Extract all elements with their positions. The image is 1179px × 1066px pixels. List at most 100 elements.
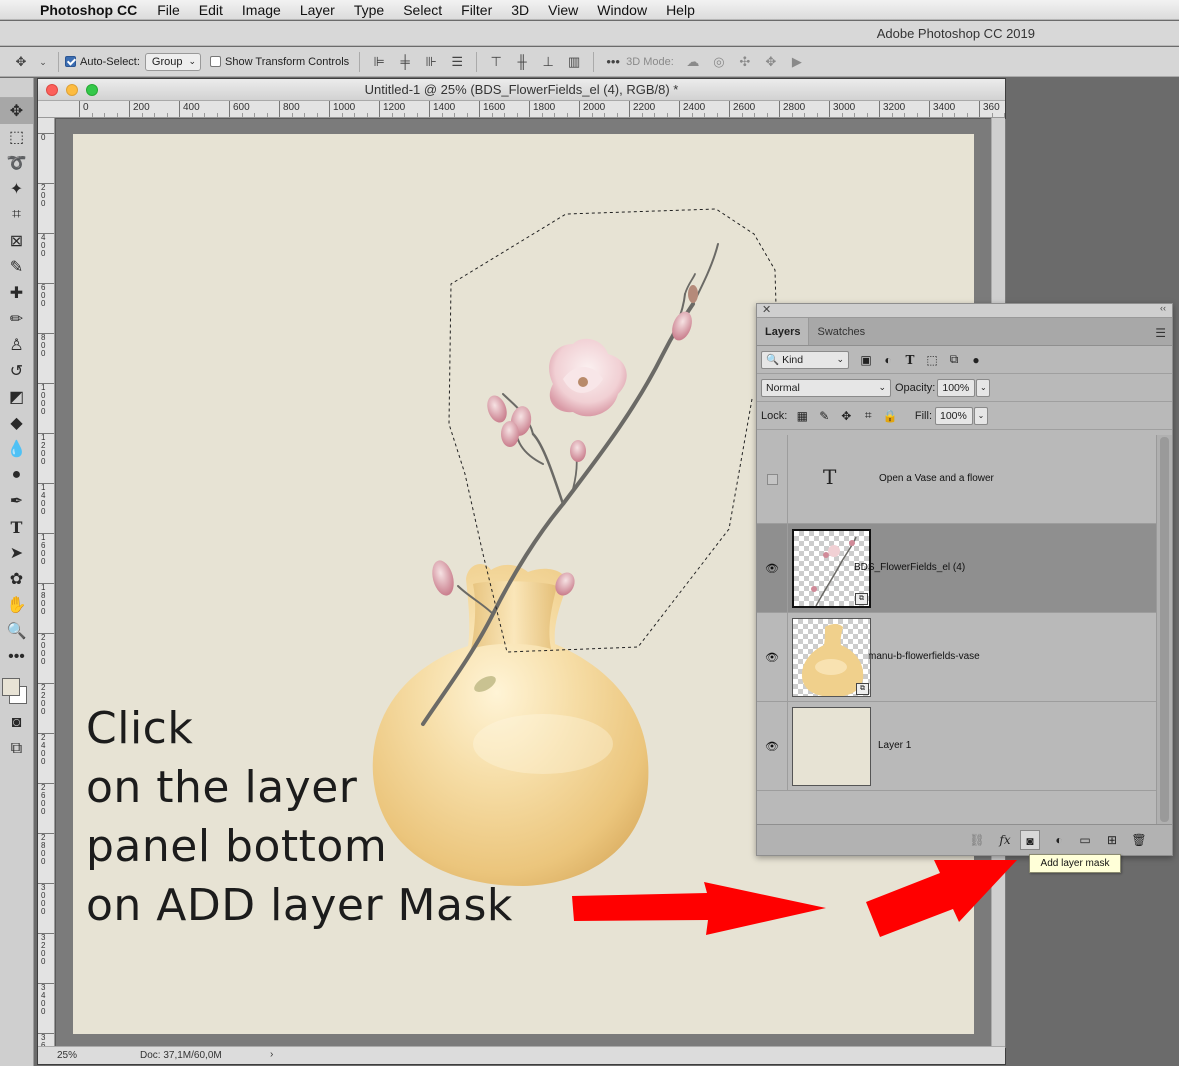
show-transform-checkbox[interactable] xyxy=(210,56,222,67)
horizontal-ruler[interactable]: 0 200 400 600 800 1000 1200 1400 1600 1800 2000 220… xyxy=(38,101,1005,118)
align-vertical-center-icon[interactable]: ╫ xyxy=(513,53,531,71)
more-options-icon[interactable]: ••• xyxy=(604,53,622,71)
layer-name[interactable]: manu-b-flowerfields-vase xyxy=(868,651,980,662)
lasso-tool-icon[interactable]: ➰ xyxy=(0,150,33,176)
magic-wand-tool-icon[interactable]: ✦ xyxy=(0,176,33,202)
minimize-window-button[interactable] xyxy=(66,84,78,96)
tab-swatches[interactable]: Swatches xyxy=(809,318,873,345)
dodge-tool-icon[interactable]: ● xyxy=(0,462,33,488)
layer-name[interactable]: BDS_FlowerFields_el (4) xyxy=(854,562,965,573)
menu-edit[interactable]: Edit xyxy=(199,2,223,18)
filter-adjustment-icon[interactable]: ◐ xyxy=(877,353,899,367)
menu-layer[interactable]: Layer xyxy=(300,2,335,18)
roll-3d-icon[interactable]: ◎ xyxy=(710,53,728,71)
app-menu[interactable]: Photoshop CC xyxy=(40,2,137,18)
crop-tool-icon[interactable]: ⌗ xyxy=(0,202,33,228)
quick-mask-icon[interactable]: ◙ xyxy=(0,710,33,736)
lock-transparent-pixels-icon[interactable]: ▦ xyxy=(791,409,813,423)
move-tool-icon[interactable]: ✥ xyxy=(0,98,33,124)
hand-tool-icon[interactable]: ✋ xyxy=(0,592,33,618)
layer-row-flower[interactable]: 👁 ⧉ BDS_FlowerFields_el (4) xyxy=(757,524,1157,613)
blur-tool-icon[interactable]: 💧 xyxy=(0,436,33,462)
document-title-bar[interactable]: Untitled-1 @ 25% (BDS_FlowerFields_el (4… xyxy=(38,79,1005,101)
shape-tool-icon[interactable]: ✿ xyxy=(0,566,33,592)
menu-file[interactable]: File xyxy=(157,2,180,18)
panel-menu-icon[interactable]: ☰ xyxy=(1155,326,1166,340)
align-bottom-icon[interactable]: ⊥ xyxy=(539,53,557,71)
menu-view[interactable]: View xyxy=(548,2,578,18)
pan-3d-icon[interactable]: ✣ xyxy=(736,53,754,71)
align-horizontal-center-icon[interactable]: ╪ xyxy=(396,53,414,71)
layer-thumbnail[interactable] xyxy=(792,707,871,786)
foreground-color-swatch[interactable] xyxy=(2,678,20,696)
align-right-icon[interactable]: ⊪ xyxy=(422,53,440,71)
filter-type-icon[interactable]: T xyxy=(899,353,921,367)
layer-row-text[interactable]: T Open a Vase and a flower xyxy=(757,435,1157,524)
lock-position-icon[interactable]: ✥ xyxy=(835,409,857,423)
paint-bucket-tool-icon[interactable]: ◆ xyxy=(0,410,33,436)
new-layer-icon[interactable]: ⊞ xyxy=(1102,830,1122,850)
scrollbar-thumb[interactable] xyxy=(1160,437,1169,822)
fill-input[interactable]: 100% xyxy=(935,406,973,425)
brush-tool-icon[interactable]: ✏ xyxy=(0,306,33,332)
distribute-horizontal-icon[interactable]: ☰ xyxy=(448,53,466,71)
blend-mode-dropdown[interactable]: Normal ⌄ xyxy=(761,378,891,397)
auto-select-target-dropdown[interactable]: Group ⌄ xyxy=(144,52,202,71)
orbit-3d-icon[interactable]: ☁ xyxy=(684,53,702,71)
align-top-icon[interactable]: ⊤ xyxy=(487,53,505,71)
tab-layers[interactable]: Layers xyxy=(757,318,810,345)
layer-name[interactable]: Layer 1 xyxy=(878,740,911,751)
zoom-window-button[interactable] xyxy=(86,84,98,96)
status-menu-chevron-icon[interactable]: › xyxy=(270,1049,273,1060)
move-tool-icon[interactable]: ✥ xyxy=(12,53,30,71)
collapse-panel-icon[interactable]: ‹‹ xyxy=(1160,303,1166,313)
opacity-slider-toggle[interactable]: ⌄ xyxy=(976,378,991,397)
zoom-level[interactable]: 25% xyxy=(57,1050,77,1061)
menu-image[interactable]: Image xyxy=(242,2,281,18)
filter-shape-icon[interactable]: ⬚ xyxy=(921,353,943,367)
layer-visibility-toggle[interactable]: 👁 xyxy=(757,702,788,791)
lock-image-pixels-icon[interactable]: ✎ xyxy=(813,409,835,423)
layer-row-vase[interactable]: 👁 ⧉ manu-b-flowerfields-vase xyxy=(757,613,1157,702)
scale-3d-icon[interactable]: ▶ xyxy=(788,53,806,71)
layer-style-fx-icon[interactable]: fx xyxy=(995,830,1015,850)
menu-type[interactable]: Type xyxy=(354,2,384,18)
layer-visibility-toggle[interactable]: 👁 xyxy=(757,524,788,613)
layer-name[interactable]: Open a Vase and a flower xyxy=(879,473,994,484)
clone-stamp-tool-icon[interactable]: ♙ xyxy=(0,332,33,358)
new-group-icon[interactable]: ▭ xyxy=(1075,830,1095,850)
auto-select-checkbox[interactable] xyxy=(65,56,76,67)
new-adjustment-layer-icon[interactable]: ◐ xyxy=(1049,830,1069,850)
screen-mode-icon[interactable]: ⧉ xyxy=(0,736,33,762)
frame-tool-icon[interactable]: ⊠ xyxy=(0,228,33,254)
eraser-tool-icon[interactable]: ◩ xyxy=(0,384,33,410)
tool-preset-chevron-icon[interactable]: ⌄ xyxy=(38,53,48,71)
align-left-icon[interactable]: ⊫ xyxy=(370,53,388,71)
filter-smart-object-icon[interactable]: ⧉ xyxy=(943,352,965,367)
healing-brush-tool-icon[interactable]: ✚ xyxy=(0,280,33,306)
eyedropper-tool-icon[interactable]: ✎ xyxy=(0,254,33,280)
layer-row-layer1[interactable]: 👁 Layer 1 xyxy=(757,702,1157,791)
path-selection-tool-icon[interactable]: ➤ xyxy=(0,540,33,566)
distribute-vertical-icon[interactable]: ▥ xyxy=(565,53,583,71)
filter-toggle-icon[interactable]: ● xyxy=(965,353,987,367)
layer-list-scrollbar[interactable] xyxy=(1156,435,1172,825)
delete-layer-icon[interactable]: 🗑 xyxy=(1129,830,1149,850)
history-brush-tool-icon[interactable]: ↺ xyxy=(0,358,33,384)
layer-visibility-toggle[interactable]: 👁 xyxy=(757,613,788,702)
menu-filter[interactable]: Filter xyxy=(461,2,492,18)
marquee-tool-icon[interactable]: ⬚ xyxy=(0,124,33,150)
add-layer-mask-icon[interactable]: ◙ xyxy=(1020,830,1040,850)
layer-visibility-toggle[interactable] xyxy=(757,435,788,524)
lock-artboard-icon[interactable]: ⌗ xyxy=(857,408,879,423)
tools-panel-grip[interactable] xyxy=(0,78,33,98)
panel-header-strip[interactable]: ✕ ‹‹ xyxy=(757,303,1172,318)
layer-thumbnail[interactable]: ⧉ xyxy=(792,618,871,697)
filter-kind-dropdown[interactable]: 🔍 Kind ⌄ xyxy=(761,350,849,369)
menu-help[interactable]: Help xyxy=(666,2,695,18)
filter-pixel-icon[interactable]: ▣ xyxy=(855,353,877,367)
type-tool-icon[interactable]: T xyxy=(0,514,33,540)
close-window-button[interactable] xyxy=(46,84,58,96)
fill-slider-toggle[interactable]: ⌄ xyxy=(974,406,988,425)
link-layers-icon[interactable]: ⛓ xyxy=(967,830,987,850)
